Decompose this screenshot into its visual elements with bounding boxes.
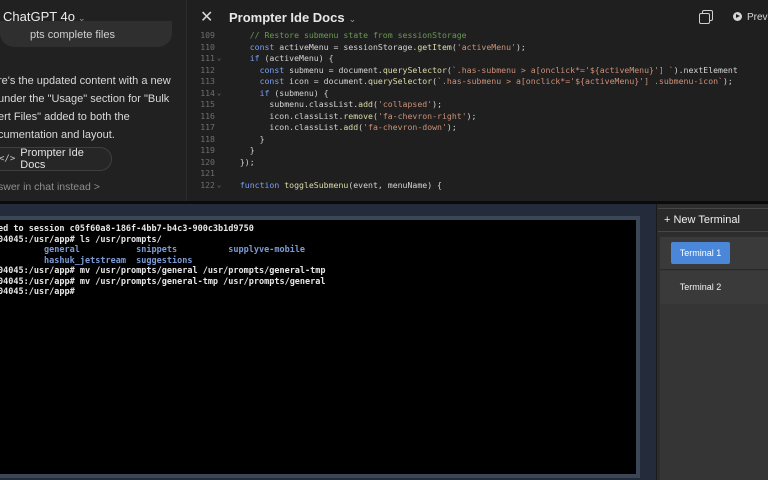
code-text: icon.classList.remove('fa-chevron-right'…: [230, 110, 477, 121]
preview-button[interactable]: Previ: [733, 11, 768, 23]
code-text: if (submenu) {: [259, 87, 329, 98]
terminal-screen[interactable]: ed to session c05f60a8-186f-4bb7-b4c3-90…: [0, 224, 632, 474]
code-text: // Restore submenu state from sessionSto…: [249, 30, 467, 40]
user-message-bubble: pts complete files: [0, 21, 172, 47]
line-number: 113: [200, 76, 215, 86]
response-line: ert Files" added to both the: [0, 111, 130, 123]
line-number: 116: [200, 110, 215, 121]
terminal-sidebar: + New Terminal Terminal 1 Terminal 2: [656, 204, 768, 480]
line-number: 110: [200, 41, 215, 52]
response-line: re's the updated content with a new: [0, 75, 171, 87]
code-text: const activeMenu = sessionStorage.getIte…: [249, 41, 526, 52]
code-line: 110 const activeMenu = sessionStorage.ge…: [187, 42, 768, 54]
open-canvas-button[interactable]: </> Prompter Ide Docs: [0, 147, 112, 171]
code-text: function toggleSubmenu(event, menuName) …: [239, 179, 442, 190]
document-title[interactable]: Prompter Ide Docs ⌄: [229, 10, 356, 25]
code-text: });: [230, 156, 255, 167]
terminal-list-item: Terminal 1: [660, 237, 768, 270]
terminal-1-button[interactable]: Terminal 1: [671, 242, 730, 264]
code-line: 121: [187, 168, 768, 180]
code-text: }: [230, 133, 265, 144]
line-number: 111: [200, 53, 215, 63]
code-text: icon.classList.add('fa-chevron-down');: [230, 122, 457, 132]
line-number: 121: [200, 168, 215, 178]
code-line: 119 }: [187, 145, 768, 157]
line-number: 119: [200, 145, 215, 155]
fold-chevron-icon[interactable]: ⌄: [217, 180, 221, 192]
code-text: }: [230, 145, 255, 155]
terminal-text: 04045:/usr/app# ls /usr/prompts/: [0, 234, 162, 245]
assistant-response: re's the updated content with a new unde…: [0, 72, 186, 144]
code-line: 117 icon.classList.add('fa-chevron-down'…: [187, 122, 768, 134]
code-line: 113 const icon = document.querySelector(…: [187, 76, 768, 88]
terminal-line: 04045:/usr/app#: [0, 287, 632, 298]
fold-chevron-icon[interactable]: ⌄: [217, 53, 221, 65]
chevron-right-icon: >: [93, 181, 100, 193]
code-line: 122 ⌄ function toggleSubmenu(event, menuN…: [187, 180, 768, 192]
chevron-down-icon: ⌄: [348, 14, 357, 24]
line-number: 114: [200, 87, 215, 98]
code-line: 112 const submenu = document.querySelect…: [187, 65, 768, 77]
terminal-line: 04045:/usr/app# mv /usr/prompts/general-…: [0, 277, 632, 288]
copy-icon[interactable]: [699, 10, 713, 24]
code-line: 120 });: [187, 157, 768, 169]
preview-label: Previ: [747, 12, 768, 23]
terminal-line: hashuk_jetstream suggestions: [0, 256, 632, 267]
terminal-2-button[interactable]: Terminal 2: [671, 276, 730, 298]
code-line: 111 ⌄ if (activeMenu) {: [187, 53, 768, 65]
terminal-text: 04045:/usr/app#: [0, 287, 75, 297]
terminal-text: 04045:/usr/app# mv /usr/prompts/general …: [0, 266, 326, 276]
code-icon: </>: [0, 154, 16, 164]
canvas-editor: ✕ Prompter Ide Docs ⌄ Previ 109 // Restor…: [186, 0, 768, 201]
close-icon[interactable]: ✕: [200, 7, 213, 27]
directory-listing: hashuk_jetstream suggestions: [0, 255, 193, 266]
line-number: 120: [200, 156, 215, 167]
terminal-line: general snippets supplyve-mobile: [0, 245, 632, 256]
user-message-text: pts complete files: [30, 29, 115, 41]
code-line: 116 icon.classList.remove('fa-chevron-ri…: [187, 111, 768, 123]
line-number: 117: [200, 122, 215, 132]
answer-link-label: swer in chat instead: [0, 181, 91, 193]
code-text: const icon = document.querySelector(`.ha…: [259, 76, 733, 86]
terminal-text: ed to session c05f60a8-186f-4bb7-b4c3-90…: [0, 224, 254, 234]
editor-header: ✕ Prompter Ide Docs ⌄ Previ: [187, 0, 768, 34]
play-icon: [733, 12, 742, 21]
terminal-text: 04045:/usr/app# mv /usr/prompts/general-…: [0, 276, 326, 287]
answer-in-chat-link[interactable]: swer in chat instead >: [0, 181, 100, 193]
code-line: 114 ⌄ if (submenu) {: [187, 88, 768, 100]
line-number: 109: [200, 30, 215, 40]
code-line: 115 submenu.classList.add('collapsed');: [187, 99, 768, 111]
code-text: const submenu = document.querySelector(`…: [259, 64, 738, 75]
response-line: cumentation and layout.: [0, 129, 115, 141]
line-number: 115: [200, 99, 215, 109]
chat-pane: ChatGPT 4o ⌄ pts complete files re's the …: [0, 0, 186, 201]
line-number: 118: [200, 133, 215, 144]
document-title-text: Prompter Ide Docs: [229, 10, 345, 25]
line-number: 112: [200, 64, 215, 75]
code-text: if (activeMenu) {: [249, 53, 334, 63]
code-line: 118 }: [187, 134, 768, 146]
terminal-panel: ed to session c05f60a8-186f-4bb7-b4c3-90…: [0, 201, 768, 480]
fold-chevron-icon[interactable]: ⌄: [217, 88, 221, 100]
terminal-line: ed to session c05f60a8-186f-4bb7-b4c3-90…: [0, 224, 632, 235]
code-editor[interactable]: 109 // Restore submenu state from sessio…: [187, 30, 768, 191]
line-number: 122: [200, 179, 215, 190]
response-line: under the "Usage" section for "Bulk: [0, 93, 170, 105]
terminal-line: 04045:/usr/app# ls /usr/prompts/: [0, 235, 632, 246]
canvas-button-label: Prompter Ide Docs: [20, 147, 84, 171]
terminal-frame: ed to session c05f60a8-186f-4bb7-b4c3-90…: [0, 216, 640, 478]
terminal-list-item: Terminal 2: [660, 271, 768, 304]
terminal-line: 04045:/usr/app# mv /usr/prompts/general …: [0, 266, 632, 277]
code-text: submenu.classList.add('collapsed');: [230, 99, 442, 109]
terminal-list: Terminal 1 Terminal 2: [660, 237, 768, 480]
code-line: 109 // Restore submenu state from sessio…: [187, 30, 768, 42]
directory-listing: general snippets supplyve-mobile: [0, 245, 306, 255]
new-terminal-button[interactable]: + New Terminal: [658, 208, 768, 232]
